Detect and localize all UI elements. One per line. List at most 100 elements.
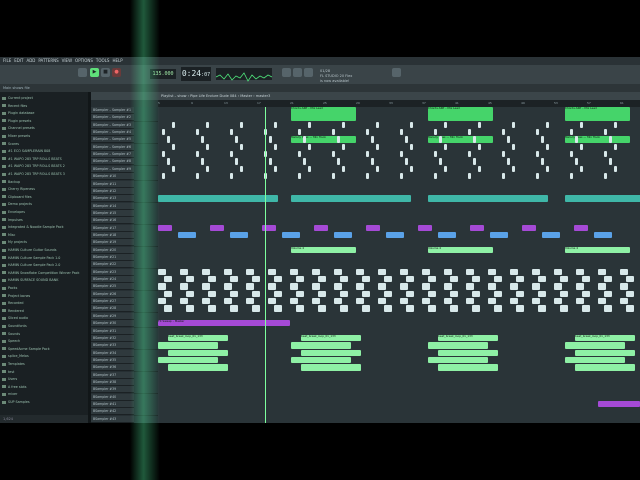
pattern-clip[interactable] <box>400 173 403 180</box>
pattern-clip[interactable] <box>434 129 437 136</box>
pattern-clip[interactable]: FX Sweep – Master <box>158 320 290 327</box>
pattern-clip[interactable] <box>422 268 430 276</box>
pattern-clip[interactable] <box>614 165 617 173</box>
pattern-clip[interactable] <box>565 195 640 202</box>
browser-item[interactable]: Templates <box>2 361 25 367</box>
pattern-clip[interactable] <box>438 349 498 356</box>
pattern-clip[interactable] <box>468 173 471 180</box>
pattern-clip[interactable] <box>224 283 232 290</box>
pattern-clip[interactable] <box>158 283 166 290</box>
pattern-clip[interactable] <box>332 173 335 180</box>
browser-item[interactable]: Recorded <box>2 300 24 306</box>
pattern-clip[interactable] <box>298 151 301 158</box>
browser-item[interactable]: HAMIN Culture Guitar Sounds <box>2 247 57 253</box>
browser-item[interactable]: Plugin database <box>2 110 34 116</box>
track-header[interactable]: BSampler #10 <box>91 173 134 181</box>
track-header[interactable]: BSampler – Sampler #1 <box>91 107 134 114</box>
pattern-clip[interactable] <box>598 283 606 290</box>
pattern-clip[interactable] <box>334 283 342 290</box>
pattern-clip[interactable] <box>522 224 536 231</box>
pattern-clip[interactable]: Chords ARP – Mix Lead <box>565 107 630 121</box>
pattern-clip[interactable] <box>554 298 562 305</box>
pattern-clip[interactable] <box>274 276 282 283</box>
pattern-clip[interactable] <box>318 290 326 298</box>
pattern-clip[interactable] <box>418 224 432 231</box>
pattern-clip[interactable] <box>230 276 238 283</box>
pattern-clip[interactable] <box>318 305 326 312</box>
pattern-clip[interactable]: Melody Bass — Mix Hook <box>291 136 356 143</box>
track-header[interactable]: BSampler #16 <box>91 217 134 225</box>
pattern-clip[interactable] <box>384 276 392 283</box>
pattern-clip[interactable] <box>290 283 298 290</box>
pattern-clip[interactable] <box>334 298 342 305</box>
pattern-clip[interactable] <box>560 276 568 283</box>
pattern-clip[interactable] <box>180 283 188 290</box>
pattern-clip[interactable] <box>516 276 524 283</box>
track-header[interactable]: BSampler #14 <box>91 202 134 210</box>
track-header[interactable]: BSampler #31 <box>91 327 134 335</box>
pattern-clip[interactable] <box>386 231 404 239</box>
pattern-clip[interactable] <box>594 231 612 239</box>
pattern-clip[interactable] <box>274 305 282 312</box>
pattern-clip[interactable] <box>438 364 498 371</box>
pattern-clip[interactable] <box>576 298 584 305</box>
pattern-clip[interactable]: beat_break_loop_01_133 <box>168 334 228 342</box>
pattern-clip[interactable] <box>378 268 386 276</box>
track-mute-switch[interactable] <box>134 415 158 423</box>
pattern-clip[interactable] <box>167 136 170 143</box>
pattern-clip[interactable] <box>178 231 196 239</box>
pattern-clip[interactable] <box>164 305 172 312</box>
pattern-clip[interactable] <box>428 276 436 283</box>
pattern-clip[interactable] <box>298 129 301 136</box>
browser-item[interactable]: SUP Samples <box>2 399 30 405</box>
pattern-clip[interactable] <box>208 305 216 312</box>
pattern-clip[interactable] <box>172 165 175 173</box>
pattern-clip[interactable] <box>269 136 272 143</box>
arrangement-grid[interactable]: Chords ARP – Mix Lead Melody Bass — Mix H… <box>158 107 640 423</box>
pattern-clip[interactable] <box>342 143 345 151</box>
pattern-clip[interactable] <box>494 290 502 298</box>
pattern-clip[interactable] <box>576 283 584 290</box>
pattern-clip[interactable] <box>428 290 436 298</box>
pattern-clip[interactable] <box>472 276 480 283</box>
pattern-clip[interactable] <box>574 224 588 231</box>
pattern-clip[interactable] <box>604 129 607 136</box>
pattern-clip[interactable] <box>400 298 408 305</box>
track-header[interactable]: BSampler #38 <box>91 378 134 386</box>
pattern-clip[interactable] <box>290 298 298 305</box>
track-header[interactable]: BSampler – Sampler #8 <box>91 158 134 166</box>
pattern-clip[interactable] <box>180 298 188 305</box>
pattern-clip[interactable] <box>180 268 188 276</box>
pattern-clip[interactable] <box>210 224 224 231</box>
browser-item[interactable]: Integrated & Noodle Sample Pack <box>2 224 64 230</box>
pattern-clip[interactable]: beat_break_loop_01_133 <box>438 334 498 342</box>
browser-item[interactable]: Packs <box>2 285 17 291</box>
pattern-clip[interactable] <box>337 158 340 165</box>
pattern-clip[interactable] <box>570 151 573 158</box>
pattern-clip[interactable] <box>376 121 379 129</box>
pattern-clip[interactable] <box>366 151 369 158</box>
pattern-clip[interactable] <box>560 305 568 312</box>
track-header[interactable]: BSampler #26 <box>91 290 134 298</box>
pattern-clip[interactable] <box>172 143 175 151</box>
pattern-clip[interactable] <box>472 290 480 298</box>
pattern-clip[interactable] <box>575 364 635 371</box>
track-header[interactable]: BSampler #43 <box>91 415 134 423</box>
pattern-clip[interactable] <box>274 121 277 129</box>
pattern-clip[interactable] <box>342 121 345 129</box>
pattern-clip[interactable] <box>598 298 606 305</box>
pattern-clip[interactable] <box>507 136 510 143</box>
pattern-clip[interactable] <box>428 342 488 349</box>
pattern-clip[interactable] <box>202 298 210 305</box>
pattern-clip[interactable] <box>296 305 304 312</box>
browser-item[interactable]: HAMIN Culture Sample Pack 2.0 <box>2 262 60 268</box>
pattern-clip[interactable] <box>400 151 403 158</box>
pattern-clip[interactable] <box>510 283 518 290</box>
pattern-clip[interactable] <box>274 165 277 173</box>
pattern-clip[interactable] <box>168 364 228 371</box>
pattern-clip[interactable] <box>206 121 209 129</box>
pattern-clip[interactable] <box>438 231 456 239</box>
play-button[interactable]: ▶ <box>90 68 99 77</box>
menu-item-tools[interactable]: TOOLS <box>96 58 110 63</box>
pattern-clip[interactable] <box>291 356 351 364</box>
